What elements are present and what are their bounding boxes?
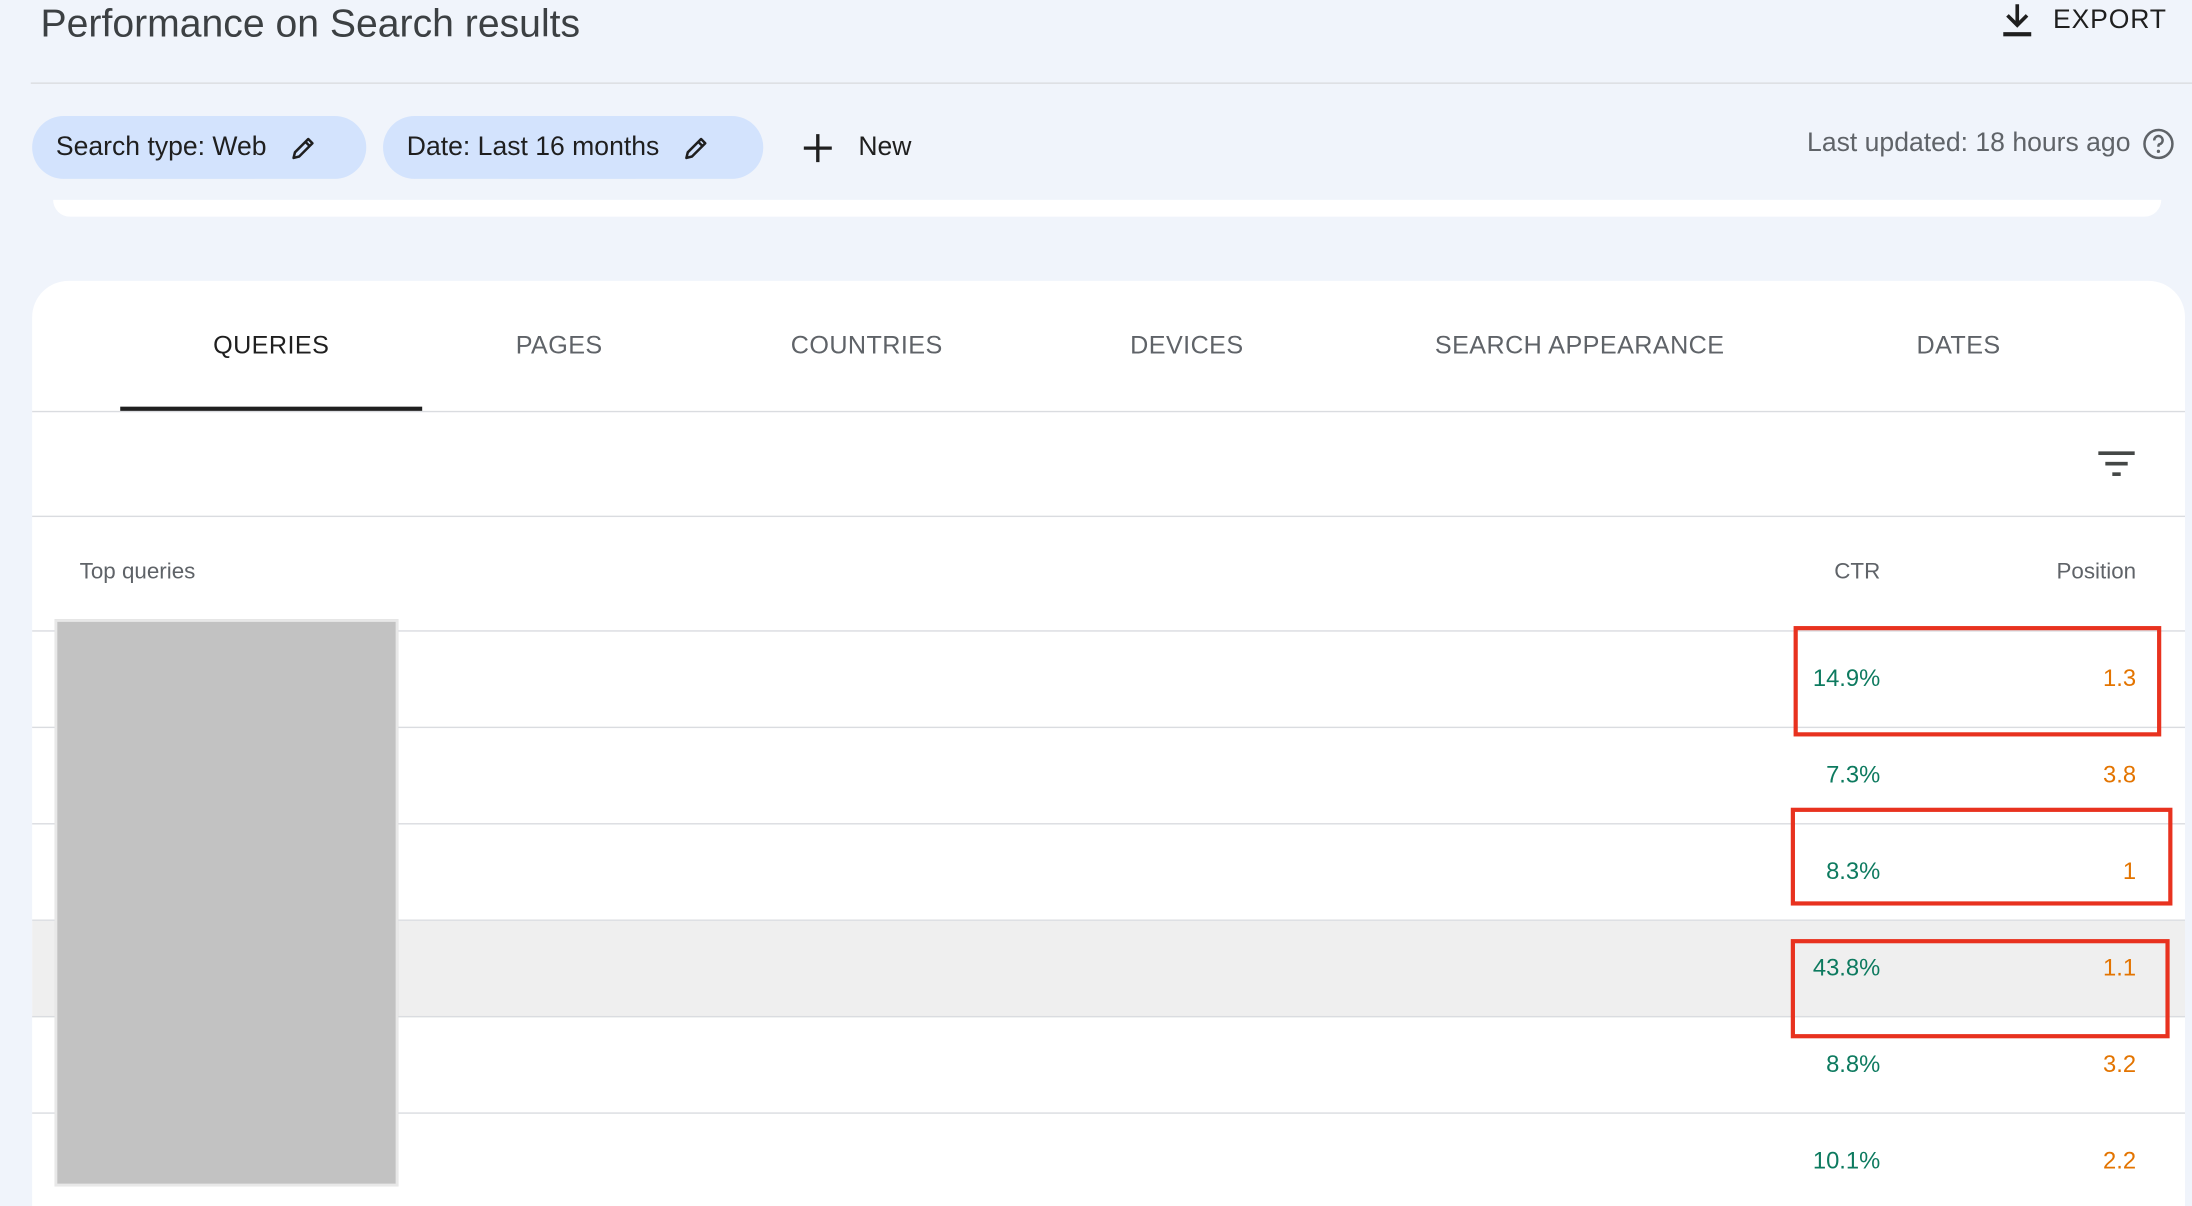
pencil-icon — [682, 133, 710, 161]
table-toolbar — [32, 412, 2186, 518]
new-filter-button[interactable]: New — [800, 119, 912, 178]
export-button[interactable]: EXPORT — [2000, 0, 2167, 42]
ctr-cell: 10.1% — [1812, 1147, 1881, 1174]
annotation-highlight-box — [1790, 939, 2170, 1039]
filter-list-icon — [2097, 449, 2136, 480]
ctr-cell: 7.3% — [1826, 761, 1881, 789]
last-updated: Last updated: 18 hours ago — [1807, 127, 2175, 161]
date-label: Date: Last 16 months — [406, 132, 660, 162]
tab-dates[interactable]: DATES — [1880, 281, 2037, 411]
annotation-highlight-box — [1793, 626, 2162, 737]
search-type-label: Search type: Web — [55, 132, 267, 162]
chart-card-bottom — [53, 199, 2162, 217]
last-updated-text: Last updated: 18 hours ago — [1807, 128, 2131, 158]
column-header-position[interactable]: Position — [2057, 560, 2137, 585]
header-divider — [30, 82, 2192, 84]
new-label: New — [858, 132, 912, 163]
search-type-filter-chip[interactable]: Search type: Web — [32, 115, 367, 179]
position-cell: 3.2 — [2103, 1050, 2137, 1078]
table-header-row: Top queries CTR Position — [32, 517, 2186, 632]
export-label: EXPORT — [2053, 5, 2167, 35]
dimension-tabs: QUERIES PAGES COUNTRIES DEVICES SEARCH A… — [32, 281, 2186, 413]
plus-icon — [800, 130, 836, 166]
redacted-query-block — [54, 619, 399, 1187]
tab-search-appearance[interactable]: SEARCH APPEARANCE — [1402, 281, 1757, 411]
position-cell: 2.2 — [2103, 1147, 2137, 1174]
position-cell: 3.8 — [2103, 761, 2137, 789]
tab-pages[interactable]: PAGES — [474, 281, 645, 411]
annotation-highlight-box — [1790, 807, 2173, 906]
tab-queries[interactable]: QUERIES — [120, 281, 423, 411]
date-filter-chip[interactable]: Date: Last 16 months — [383, 115, 764, 179]
download-icon — [2000, 1, 2034, 40]
tab-devices[interactable]: DEVICES — [1096, 281, 1278, 411]
filter-rows-button[interactable] — [2096, 443, 2138, 485]
page-title: Performance on Search results — [40, 1, 581, 45]
column-header-ctr[interactable]: CTR — [1834, 560, 1880, 585]
column-header-top-queries: Top queries — [79, 560, 196, 585]
pencil-icon — [289, 133, 317, 161]
tab-countries[interactable]: COUNTRIES — [748, 281, 986, 411]
search-console-page: Performance on Search results EXPORT Sea… — [0, 0, 2192, 1206]
ctr-cell: 8.8% — [1826, 1050, 1881, 1078]
help-circle-icon[interactable] — [2142, 127, 2176, 161]
